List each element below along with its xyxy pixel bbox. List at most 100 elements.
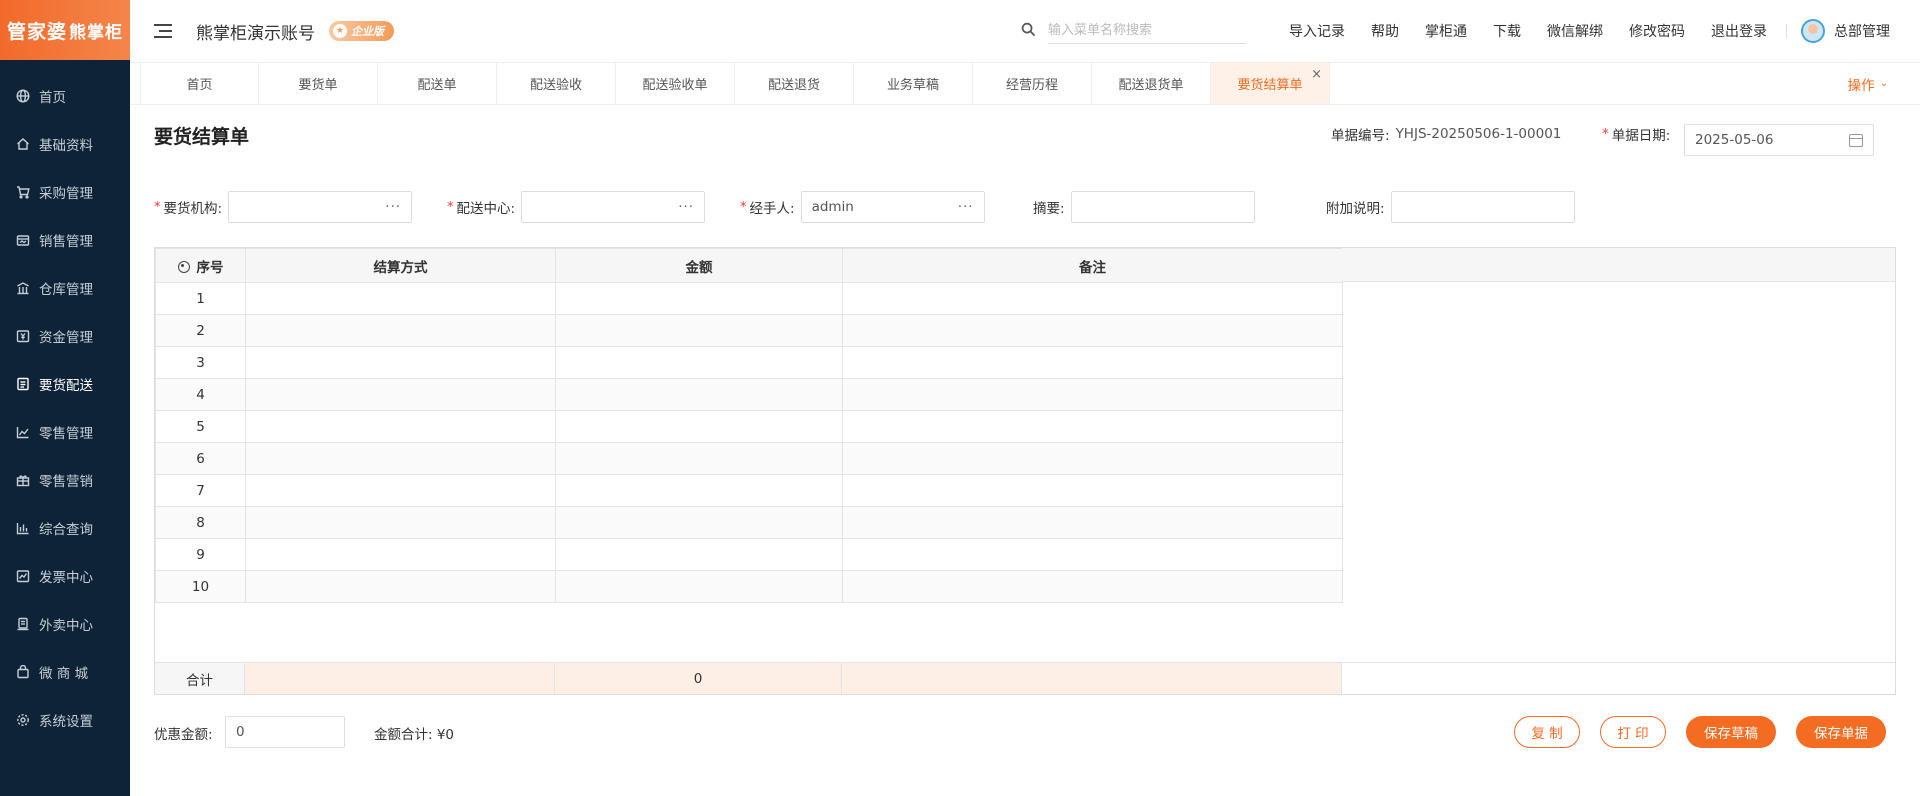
remark-cell[interactable] (842, 442, 1343, 475)
amount-cell[interactable] (555, 346, 843, 379)
table-row[interactable]: 10 (155, 570, 1343, 603)
header-link-2[interactable]: 掌柜通 (1425, 21, 1467, 41)
sidebar-item-3[interactable]: 销售管理 (0, 216, 130, 264)
save-draft-button[interactable]: 保存草稿 (1686, 716, 1776, 748)
center-selector[interactable]: ··· (521, 191, 706, 223)
more-icon[interactable]: ··· (958, 199, 974, 215)
sidebar-item-9[interactable]: 综合查询 (0, 504, 130, 552)
header-form: * 要货机构: ··· * 配送中心: ··· * 经手人: admin ···… (154, 191, 1920, 223)
star-icon: ★ (333, 24, 347, 38)
copy-button[interactable]: 复 制 (1514, 716, 1580, 748)
tab-1[interactable]: 要货单 (259, 63, 378, 104)
sidebar-item-11[interactable]: 外卖中心 (0, 600, 130, 648)
table-row[interactable]: 5 (155, 410, 1343, 443)
remark-cell[interactable] (842, 314, 1343, 347)
header-link-4[interactable]: 微信解绑 (1547, 21, 1603, 41)
tab-4[interactable]: 配送验收单 (616, 63, 735, 104)
sidebar-item-12[interactable]: 微 商 城 (0, 648, 130, 696)
amount-cell[interactable] (555, 442, 843, 475)
amount-cell[interactable] (555, 506, 843, 539)
remark-cell[interactable] (842, 346, 1343, 379)
org-selector[interactable]: ··· (228, 191, 413, 223)
settle-method-cell[interactable] (245, 538, 556, 571)
table-row[interactable]: 7 (155, 474, 1343, 507)
avatar[interactable] (1801, 19, 1825, 43)
remark-cell[interactable] (842, 506, 1343, 539)
amount-cell[interactable] (555, 378, 843, 411)
settle-method-cell[interactable] (245, 474, 556, 507)
settle-method-cell[interactable] (245, 570, 556, 603)
remark-cell[interactable] (842, 282, 1343, 315)
header-link-3[interactable]: 下载 (1493, 21, 1521, 41)
amount-cell[interactable] (555, 314, 843, 347)
sidebar-item-13[interactable]: 系统设置 (0, 696, 130, 744)
remark-cell[interactable] (842, 378, 1343, 411)
sidebar-item-4[interactable]: 仓库管理 (0, 264, 130, 312)
more-icon[interactable]: ··· (385, 199, 401, 215)
remark-cell[interactable] (842, 570, 1343, 603)
tab-7[interactable]: 经营历程 (973, 63, 1092, 104)
brand-logo[interactable]: 管家婆 熊掌柜 (0, 0, 130, 60)
tab-5[interactable]: 配送退货 (735, 63, 854, 104)
row-index: 5 (155, 410, 246, 443)
settle-method-cell[interactable] (245, 378, 556, 411)
table-row[interactable]: 3 (155, 346, 1343, 379)
sidebar-item-2[interactable]: 采购管理 (0, 168, 130, 216)
menu-toggle-icon[interactable] (154, 24, 172, 38)
tab-6[interactable]: 业务草稿 (854, 63, 973, 104)
table-row[interactable]: 9 (155, 538, 1343, 571)
sidebar-item-6[interactable]: 要货配送 (0, 360, 130, 408)
amount-cell[interactable] (555, 474, 843, 507)
user-menu[interactable]: 总部管理 (1801, 19, 1890, 43)
table-row[interactable]: 2 (155, 314, 1343, 347)
tab-2[interactable]: 配送单 (378, 63, 497, 104)
column-header-index[interactable]: 序号 (155, 248, 246, 283)
sidebar-item-7[interactable]: 零售管理 (0, 408, 130, 456)
amount-cell[interactable] (555, 410, 843, 443)
column-settings-icon[interactable] (177, 260, 190, 273)
table-row[interactable]: 8 (155, 506, 1343, 539)
settle-method-cell[interactable] (245, 410, 556, 443)
tab-operations-button[interactable]: 操作 ⌄ (1848, 63, 1888, 104)
search-icon[interactable] (1021, 22, 1036, 41)
remark-cell[interactable] (842, 410, 1343, 443)
sidebar-item-5[interactable]: 资金管理 (0, 312, 130, 360)
table-header-row: 序号 结算方式 金额 备注 (155, 248, 1343, 283)
amount-cell[interactable] (555, 538, 843, 571)
settle-method-cell[interactable] (245, 442, 556, 475)
header-link-1[interactable]: 帮助 (1371, 21, 1399, 41)
remark-cell[interactable] (842, 538, 1343, 571)
tab-9[interactable]: 要货结算单 × (1211, 63, 1330, 104)
table-row[interactable]: 4 (155, 378, 1343, 411)
header-link-0[interactable]: 导入记录 (1289, 21, 1345, 41)
header-link-5[interactable]: 修改密码 (1629, 21, 1685, 41)
summary-input[interactable] (1070, 191, 1255, 223)
tab-8[interactable]: 配送退货单 (1092, 63, 1211, 104)
settle-method-cell[interactable] (245, 506, 556, 539)
settle-method-cell[interactable] (245, 346, 556, 379)
sidebar-item-8[interactable]: 零售营销 (0, 456, 130, 504)
settle-method-cell[interactable] (245, 282, 556, 315)
sidebar-item-10[interactable]: 发票中心 (0, 552, 130, 600)
header-link-6[interactable]: 退出登录 (1711, 21, 1767, 41)
sidebar-item-0[interactable]: 首页 (0, 72, 130, 120)
tab-label: 配送退货 (767, 78, 820, 93)
save-document-button[interactable]: 保存单据 (1796, 716, 1886, 748)
settle-method-cell[interactable] (245, 314, 556, 347)
handler-selector[interactable]: admin ··· (800, 191, 985, 223)
close-icon[interactable]: × (1311, 67, 1322, 82)
tab-0[interactable]: 首页 (140, 63, 259, 104)
tab-3[interactable]: 配送验收 (497, 63, 616, 104)
more-icon[interactable]: ··· (678, 199, 694, 215)
table-row[interactable]: 1 (155, 282, 1343, 315)
menu-search-input[interactable] (1048, 18, 1246, 44)
doc-date-picker[interactable]: 2025-05-06 (1684, 124, 1874, 156)
amount-cell[interactable] (555, 570, 843, 603)
sidebar-item-1[interactable]: 基础资料 (0, 120, 130, 168)
table-row[interactable]: 6 (155, 442, 1343, 475)
print-button[interactable]: 打 印 (1600, 716, 1666, 748)
amount-cell[interactable] (555, 282, 843, 315)
discount-input[interactable]: 0 (225, 716, 345, 748)
remark-cell[interactable] (842, 474, 1343, 507)
note-input[interactable] (1390, 191, 1575, 223)
